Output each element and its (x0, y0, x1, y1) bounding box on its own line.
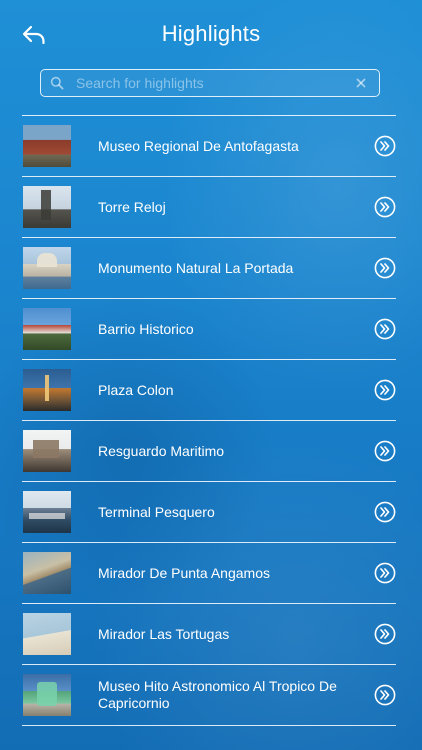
item-label: Resguardo Maritimo (98, 442, 225, 459)
thumbnail-image (23, 613, 71, 655)
list-item[interactable]: Plaza Colon (22, 360, 396, 421)
list-item[interactable]: Museo Regional De Antofagasta (22, 116, 396, 177)
item-label: Barrio Historico (98, 320, 194, 337)
double-chevron-right-circle-icon[interactable] (374, 684, 396, 706)
item-label: Terminal Pesquero (98, 503, 215, 520)
item-label: Monumento Natural La Portada (98, 259, 294, 276)
clear-search-button[interactable] (351, 73, 371, 93)
search-input[interactable] (76, 71, 351, 95)
highlights-list: Museo Regional De Antofagasta Torre Relo… (22, 115, 396, 726)
list-item[interactable]: Terminal Pesquero (22, 482, 396, 543)
thumbnail-image (23, 186, 71, 228)
item-label: Mirador De Punta Angamos (98, 564, 270, 581)
list-item[interactable]: Museo Hito Astronomico Al Tropico De Cap… (22, 665, 396, 726)
item-label: Museo Regional De Antofagasta (98, 137, 299, 154)
item-label: Museo Hito Astronomico Al Tropico De Cap… (98, 678, 337, 711)
double-chevron-right-circle-icon[interactable] (374, 196, 396, 218)
double-chevron-right-circle-icon[interactable] (374, 440, 396, 462)
clear-icon (356, 78, 366, 88)
thumbnail-image (23, 674, 71, 716)
list-item[interactable]: Torre Reloj (22, 177, 396, 238)
thumbnail-image (23, 247, 71, 289)
thumbnail-image (23, 430, 71, 472)
thumbnail-image (23, 552, 71, 594)
item-label: Plaza Colon (98, 381, 174, 398)
double-chevron-right-circle-icon[interactable] (374, 135, 396, 157)
double-chevron-right-circle-icon[interactable] (374, 257, 396, 279)
list-item[interactable]: Mirador Las Tortugas (22, 604, 396, 665)
thumbnail-image (23, 369, 71, 411)
thumbnail-image (23, 308, 71, 350)
search-bar (40, 69, 380, 97)
nav-bar: Highlights (0, 0, 422, 66)
page-title: Highlights (161, 21, 261, 46)
list-item[interactable]: Monumento Natural La Portada (22, 238, 396, 299)
list-item[interactable]: Barrio Historico (22, 299, 396, 360)
double-chevron-right-circle-icon[interactable] (374, 562, 396, 584)
double-chevron-right-circle-icon[interactable] (374, 501, 396, 523)
search-icon (50, 76, 64, 90)
double-chevron-right-circle-icon[interactable] (374, 623, 396, 645)
thumbnail-image (23, 491, 71, 533)
list-item[interactable]: Resguardo Maritimo (22, 421, 396, 482)
double-chevron-right-circle-icon[interactable] (374, 379, 396, 401)
double-chevron-right-circle-icon[interactable] (374, 318, 396, 340)
thumbnail-image (23, 125, 71, 167)
item-label: Torre Reloj (98, 198, 166, 215)
list-item[interactable]: Mirador De Punta Angamos (22, 543, 396, 604)
item-label: Mirador Las Tortugas (98, 625, 230, 642)
